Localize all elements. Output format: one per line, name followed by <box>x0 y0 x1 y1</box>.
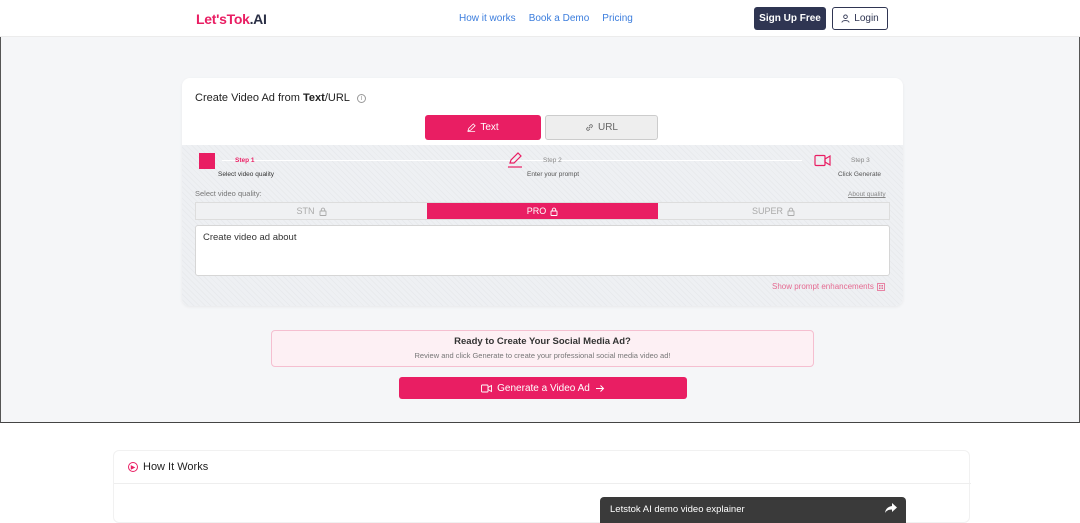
lock-icon <box>550 207 558 216</box>
ready-subtitle: Review and click Generate to create your… <box>414 351 671 360</box>
step1-label: Step 1 <box>235 157 255 164</box>
quality-stn-label: STN <box>296 206 315 216</box>
step3-label: Step 3 <box>851 157 870 164</box>
nav-how-it-works[interactable]: How it works <box>459 13 516 24</box>
top-navbar: Let'sTok.AI How it works Book a Demo Pri… <box>0 0 1080 37</box>
generate-label: Generate a Video Ad <box>497 382 590 394</box>
video-title: Letstok AI demo video explainer <box>610 504 745 515</box>
create-ad-card: Create Video Ad from Text/URL i Text URL… <box>182 78 903 306</box>
steps-panel: Step 1 Select video quality Step 2 Enter… <box>182 145 903 306</box>
ready-banner: Ready to Create Your Social Media Ad? Re… <box>271 330 814 367</box>
enhance-label: Show prompt enhancements <box>772 282 874 291</box>
title-suffix: /URL <box>324 92 350 104</box>
logo-lets: Let'sTok <box>196 11 250 27</box>
step2-desc: Enter your prompt <box>527 171 580 178</box>
step1-indicator <box>199 153 215 169</box>
pencil-icon <box>467 123 477 132</box>
how-it-works-section: ▶ How It Works Letstok AI demo video exp… <box>113 450 971 523</box>
tab-url[interactable]: URL <box>545 115 658 140</box>
prompt-enhancements-toggle[interactable]: Show prompt enhancements <box>772 282 885 291</box>
link-icon <box>586 124 593 131</box>
tab-text[interactable]: Text <box>425 115 541 140</box>
login-label: Login <box>854 13 879 24</box>
logo-ai: .AI <box>249 11 267 27</box>
prompt-textarea[interactable]: Create video ad about <box>195 225 890 276</box>
title-bold: Text <box>303 92 325 104</box>
nav-pricing[interactable]: Pricing <box>602 13 633 24</box>
quality-super-label: SUPER <box>751 206 783 216</box>
quality-option-pro[interactable]: PRO <box>427 203 658 219</box>
title-prefix: Create Video Ad from <box>195 92 304 104</box>
generate-button[interactable]: Generate a Video Ad <box>399 377 687 399</box>
how-title-label: How It Works <box>143 461 209 473</box>
arrow-right-icon <box>595 384 605 392</box>
demo-video-player[interactable]: Letstok AI demo video explainer <box>600 497 906 523</box>
quality-selector: STN PRO SUPER <box>195 202 890 220</box>
quality-pro-label: PRO <box>526 206 547 216</box>
how-it-works-title: ▶ How It Works <box>128 461 208 473</box>
ready-title: Ready to Create Your Social Media Ad? <box>454 336 631 347</box>
info-icon[interactable]: i <box>356 93 366 103</box>
share-icon[interactable] <box>884 502 898 514</box>
signup-button[interactable]: Sign Up Free <box>754 7 826 30</box>
video-camera-icon <box>814 154 831 167</box>
user-icon <box>841 14 850 23</box>
play-circle-icon: ▶ <box>128 462 138 472</box>
step2-label: Step 2 <box>543 157 562 164</box>
lock-icon <box>319 207 326 216</box>
quality-option-stn[interactable]: STN <box>196 203 427 219</box>
edit-icon <box>508 152 522 168</box>
video-icon <box>481 384 493 392</box>
logo[interactable]: Let'sTok.AI <box>196 11 267 27</box>
tab-url-label: URL <box>597 122 618 133</box>
login-button[interactable]: Login <box>832 7 888 30</box>
step1-desc: Select video quality <box>218 171 275 178</box>
main-nav: How it works Book a Demo Pricing <box>459 13 633 24</box>
card-title: Create Video Ad from Text/URL i <box>195 92 366 104</box>
lock-icon <box>787 207 795 216</box>
step3-desc: Click Generate <box>838 171 881 178</box>
hero-section: Create Video Ad from Text/URL i Text URL… <box>0 37 1080 423</box>
about-quality-link[interactable]: About quality <box>848 191 886 198</box>
quality-option-super[interactable]: SUPER <box>658 203 889 219</box>
tab-text-label: Text <box>480 122 499 133</box>
quality-label: Select video quality: <box>195 189 262 198</box>
grid-icon <box>876 282 885 291</box>
nav-book-demo[interactable]: Book a Demo <box>529 13 590 24</box>
section-divider <box>114 483 971 484</box>
